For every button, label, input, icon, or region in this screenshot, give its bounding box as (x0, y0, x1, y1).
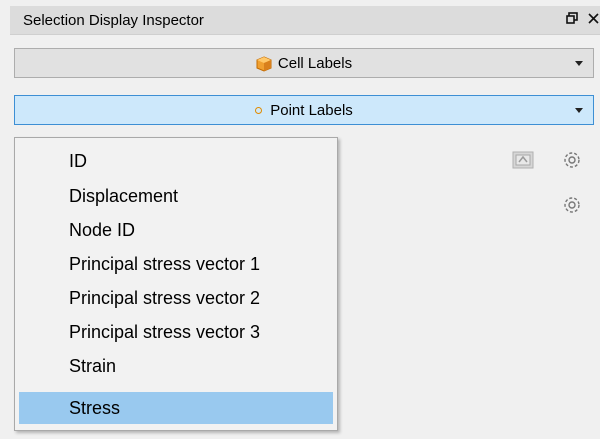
panel-title-bar: Selection Display Inspector (10, 6, 600, 35)
menu-item-stress[interactable]: Stress (19, 392, 333, 424)
gear-icon[interactable] (560, 148, 584, 172)
panel-title: Selection Display Inspector (23, 12, 204, 29)
menu-item-node-id[interactable]: Node ID (19, 214, 333, 246)
chevron-down-icon (575, 61, 583, 66)
menu-item-displacement[interactable]: Displacement (19, 180, 333, 212)
menu-item-strain[interactable]: Strain (19, 350, 333, 382)
menu-item-principal-stress-vector-2[interactable]: Principal stress vector 2 (19, 282, 333, 314)
close-icon[interactable] (588, 11, 599, 29)
label-style-icon[interactable] (511, 148, 535, 172)
point-labels-label: Point Labels (270, 102, 353, 119)
point-ring-icon (255, 107, 263, 114)
cell-labels-label: Cell Labels (277, 55, 353, 72)
cell-labels-dropdown[interactable]: Cell Labels (14, 48, 594, 78)
menu-item-principal-stress-vector-3[interactable]: Principal stress vector 3 (19, 316, 333, 348)
menu-item-id[interactable]: ID (19, 145, 333, 177)
point-labels-dropdown[interactable]: Point Labels (14, 95, 594, 125)
gear-icon[interactable] (560, 193, 584, 217)
point-labels-menu: ID Displacement Node ID Principal stress… (14, 137, 338, 431)
float-window-icon[interactable] (566, 11, 578, 29)
chevron-down-icon (575, 108, 583, 113)
menu-item-principal-stress-vector-1[interactable]: Principal stress vector 1 (19, 248, 333, 280)
cell-cube-icon (256, 55, 272, 72)
